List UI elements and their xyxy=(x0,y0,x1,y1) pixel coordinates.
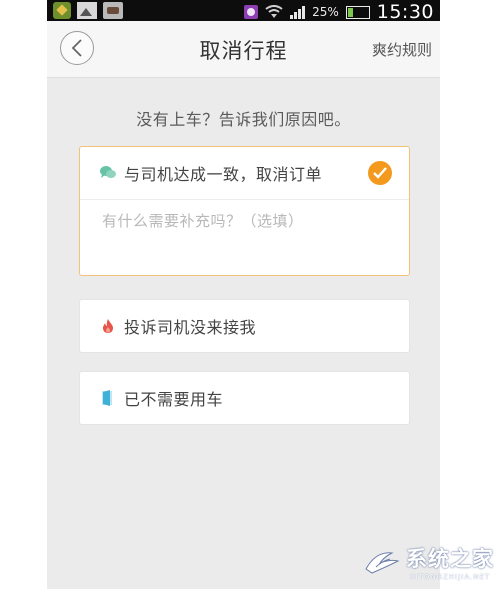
status-notification-icons xyxy=(53,2,123,19)
cancel-reason-option[interactable]: 投诉司机没来接我 xyxy=(80,300,409,352)
watermark-text: 系统之家 XITONGZHIJIA.NET xyxy=(406,543,494,581)
app-notification-icon xyxy=(53,2,71,19)
phone-screen: 25% 15:30 取消行程 爽约规则 没有上车？告诉我们原因吧。 与司机达成一… xyxy=(47,0,440,589)
selected-check-icon xyxy=(368,161,392,185)
option-label: 与司机达成一致，取消订单 xyxy=(124,165,323,184)
chat-bubble-icon xyxy=(100,165,116,181)
door-icon xyxy=(100,390,116,406)
cancel-reason-agreed-card[interactable]: 与司机达成一致，取消订单 xyxy=(79,146,410,276)
notification-badge-icon xyxy=(244,5,259,19)
clock: 15:30 xyxy=(376,1,434,23)
cancel-reason-complaint-card[interactable]: 投诉司机没来接我 xyxy=(79,299,410,353)
battery-percent: 25% xyxy=(312,5,339,19)
cancel-reason-option[interactable]: 已不需要用车 xyxy=(80,372,409,424)
media-notification-icon xyxy=(103,2,123,19)
option-label: 投诉司机没来接我 xyxy=(124,318,257,337)
wifi-icon xyxy=(265,5,283,19)
status-system-icons: 25% 15:30 xyxy=(244,1,434,23)
battery-icon xyxy=(345,5,370,19)
reason-prompt: 没有上车？告诉我们原因吧。 xyxy=(136,110,351,129)
status-bar: 25% 15:30 xyxy=(47,0,440,23)
gallery-notification-icon xyxy=(77,2,97,19)
cancel-reason-option[interactable]: 与司机达成一致，取消订单 xyxy=(80,147,409,200)
signal-icon xyxy=(290,5,306,19)
option-label: 已不需要用车 xyxy=(124,390,224,409)
watermark-subtitle: XITONGZHIJIA.NET xyxy=(409,573,491,581)
watermark-logo-icon xyxy=(362,547,402,577)
rules-link[interactable]: 爽约规则 xyxy=(372,39,432,60)
note-input[interactable] xyxy=(80,200,409,275)
site-watermark: 系统之家 XITONGZHIJIA.NET xyxy=(362,543,494,581)
flame-icon xyxy=(100,318,116,334)
watermark-title: 系统之家 xyxy=(406,547,494,571)
header-bar: 取消行程 爽约规则 xyxy=(47,21,440,78)
cancel-reason-not-needed-card[interactable]: 已不需要用车 xyxy=(79,371,410,425)
